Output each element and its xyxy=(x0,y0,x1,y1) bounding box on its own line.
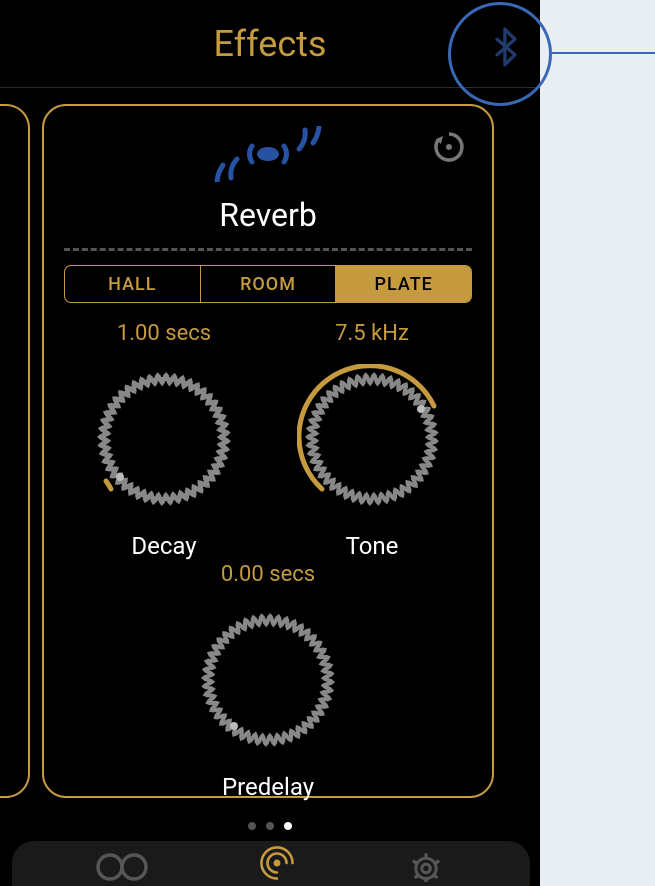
callout-line xyxy=(552,52,655,54)
tone-label: Tone xyxy=(277,532,467,560)
effects-carousel[interactable]: Reverb HALL ROOM PLATE 1.00 secs xyxy=(0,88,540,814)
predelay-block: 0.00 secs Predelay xyxy=(60,562,476,801)
gear-icon[interactable] xyxy=(406,848,446,886)
page-dot-3[interactable] xyxy=(284,822,292,830)
reverb-mode-selector: HALL ROOM PLATE xyxy=(64,265,472,303)
page-dot-2[interactable] xyxy=(266,822,274,830)
tone-knob[interactable] xyxy=(297,364,447,518)
knob-row-1: 1.00 secs Decay xyxy=(60,321,476,560)
tab-effects-icon[interactable] xyxy=(255,844,299,886)
header: Effects xyxy=(0,0,540,88)
decay-block: 1.00 secs Decay xyxy=(69,321,259,560)
predelay-knob[interactable] xyxy=(193,605,343,759)
page-dot-1[interactable] xyxy=(248,822,256,830)
effect-card: Reverb HALL ROOM PLATE 1.00 secs xyxy=(42,104,494,798)
prev-effect-card-edge[interactable] xyxy=(0,104,30,798)
decay-knob[interactable] xyxy=(89,364,239,518)
mode-room[interactable]: ROOM xyxy=(201,266,337,302)
predelay-value: 0.00 secs xyxy=(60,562,476,587)
bluetooth-icon[interactable] xyxy=(492,27,520,71)
divider xyxy=(64,248,472,251)
tab1-icon[interactable] xyxy=(96,848,148,886)
page-indicator[interactable] xyxy=(0,822,540,830)
tone-value: 7.5 kHz xyxy=(277,321,467,346)
mode-plate[interactable]: PLATE xyxy=(336,266,471,302)
bottom-tab-bar xyxy=(12,841,530,886)
decay-label: Decay xyxy=(69,532,259,560)
reset-icon[interactable] xyxy=(432,130,466,168)
mode-hall[interactable]: HALL xyxy=(65,266,201,302)
app-screen: Effects xyxy=(0,0,540,886)
predelay-label: Predelay xyxy=(60,773,476,801)
reverb-icon xyxy=(60,126,476,182)
tone-block: 7.5 kHz Tone xyxy=(277,321,467,560)
decay-value: 1.00 secs xyxy=(69,321,259,346)
page-title: Effects xyxy=(213,23,326,65)
effect-title: Reverb xyxy=(60,196,476,234)
